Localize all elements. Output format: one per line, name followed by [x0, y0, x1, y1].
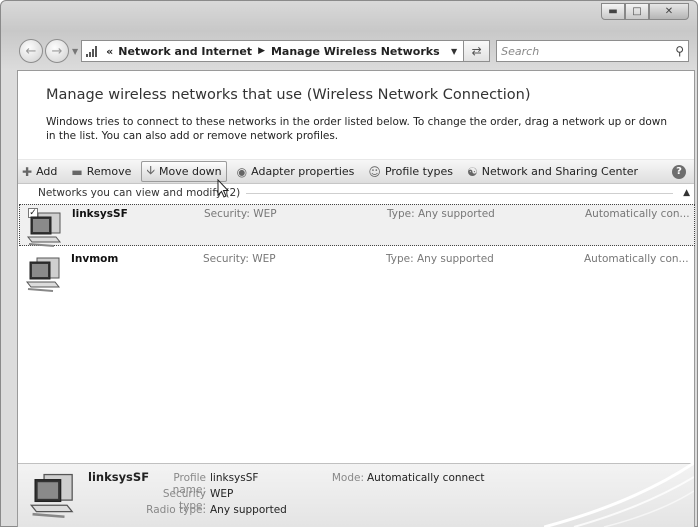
add-label: Add	[36, 165, 58, 178]
adapter-properties-button[interactable]: ◉ Adapter properties	[233, 161, 359, 182]
adapter-properties-label: Adapter properties	[251, 165, 355, 178]
search-placeholder: Search	[501, 44, 540, 58]
command-toolbar: ✚ Add ▬ Remove 🡫 Move down ◉ Adapter propert…	[18, 159, 694, 184]
shield-icon: ◉	[236, 164, 248, 179]
remove-label: Remove	[86, 165, 132, 178]
network-mode: Automatically con...	[584, 253, 689, 265]
add-icon: ✚	[22, 164, 33, 179]
wireless-computer-icon	[26, 212, 62, 247]
back-button[interactable]: ←	[19, 39, 43, 63]
refresh-button[interactable]: ⇄	[464, 40, 491, 62]
mode-value: Automatically connect	[367, 472, 485, 484]
search-input[interactable]: Search ⚲	[496, 40, 689, 62]
recent-pages-dropdown[interactable]: ▼	[72, 47, 78, 56]
close-button[interactable]: ✕	[649, 3, 689, 20]
profile-types-button[interactable]: ☺ Profile types	[364, 161, 457, 182]
network-security: Security: WEP	[204, 208, 277, 220]
forward-button[interactable]: →	[45, 39, 69, 63]
group-header-label: Networks you can view and modify (2)	[38, 187, 241, 199]
add-button[interactable]: ✚ Add	[18, 161, 61, 182]
details-network-name: linksysSF	[88, 470, 150, 484]
page-title: Manage wireless networks that use (Wirel…	[46, 87, 531, 103]
network-icon: ☯	[466, 164, 478, 179]
mode-label: Mode:	[331, 472, 364, 484]
network-type: Type: Any supported	[386, 253, 494, 265]
breadcrumb-separator-icon[interactable]: ▶	[258, 46, 265, 56]
network-sharing-center-label: Network and Sharing Center	[481, 165, 639, 178]
address-bar[interactable]: « Network and Internet ▶ Manage Wireless…	[81, 40, 465, 62]
move-down-label: Move down	[158, 165, 222, 178]
security-type-value: WEP	[210, 488, 234, 500]
network-security: Security: WEP	[203, 253, 276, 265]
profile-name-value: linksysSF	[210, 472, 259, 484]
network-name: Invmom	[71, 253, 119, 265]
minimize-button[interactable]: ▬	[601, 3, 625, 20]
group-divider	[246, 192, 674, 194]
network-name: linksysSF	[72, 208, 128, 220]
search-icon[interactable]: ⚲	[675, 44, 684, 58]
group-header[interactable]: Networks you can view and modify (2) ▲	[38, 186, 690, 200]
network-sharing-center-button[interactable]: ☯ Network and Sharing Center	[463, 161, 642, 182]
maximize-button[interactable]: □	[625, 3, 649, 20]
radio-type-label: Radio type:	[146, 504, 206, 516]
move-down-button[interactable]: 🡫 Move down	[141, 161, 227, 182]
remove-button[interactable]: ▬ Remove	[67, 161, 135, 182]
remove-icon: ▬	[71, 164, 83, 179]
collapse-caret-icon[interactable]: ▲	[683, 188, 690, 198]
profile-types-label: Profile types	[384, 165, 453, 178]
content-pane: Manage wireless networks that use (Wirel…	[17, 70, 695, 527]
breadcrumb-manage-wireless[interactable]: Manage Wireless Networks	[271, 45, 440, 58]
arrow-down-icon: 🡫	[146, 163, 155, 177]
breadcrumb-network-internet[interactable]: Network and Internet	[118, 45, 252, 58]
decorative-swoosh	[544, 463, 694, 527]
radio-type-value: Any supported	[210, 504, 287, 516]
navigation-bar: ← → ▼ « Network and Internet ▶ Manage Wi…	[19, 39, 689, 63]
details-pane: linksysSF Profile name: linksysSF Securi…	[18, 463, 694, 527]
mouse-cursor-icon	[217, 179, 230, 198]
network-mode: Automatically con...	[585, 208, 690, 220]
network-row-invmom[interactable]: Invmom Security: WEP Type: Any supported…	[19, 250, 695, 292]
window-controls: ▬ □ ✕	[601, 3, 689, 20]
help-icon[interactable]: ?	[672, 164, 686, 179]
wireless-computer-icon	[29, 473, 74, 518]
wireless-computer-icon	[25, 257, 61, 292]
intro-text: Windows tries to connect to these networ…	[46, 116, 668, 142]
user-icon: ☺	[368, 164, 381, 179]
window-frame: ▬ □ ✕ ← → ▼ « Network and Internet ▶ Man…	[0, 0, 698, 527]
network-type: Type: Any supported	[387, 208, 495, 220]
network-row-linksyssf[interactable]: ✓ linksysSF Security: WEP Type: Any supp…	[19, 204, 695, 247]
address-dropdown-icon[interactable]: ▼	[451, 47, 457, 56]
network-signal-icon	[86, 45, 102, 57]
address-overflow-chevron[interactable]: «	[106, 45, 113, 58]
